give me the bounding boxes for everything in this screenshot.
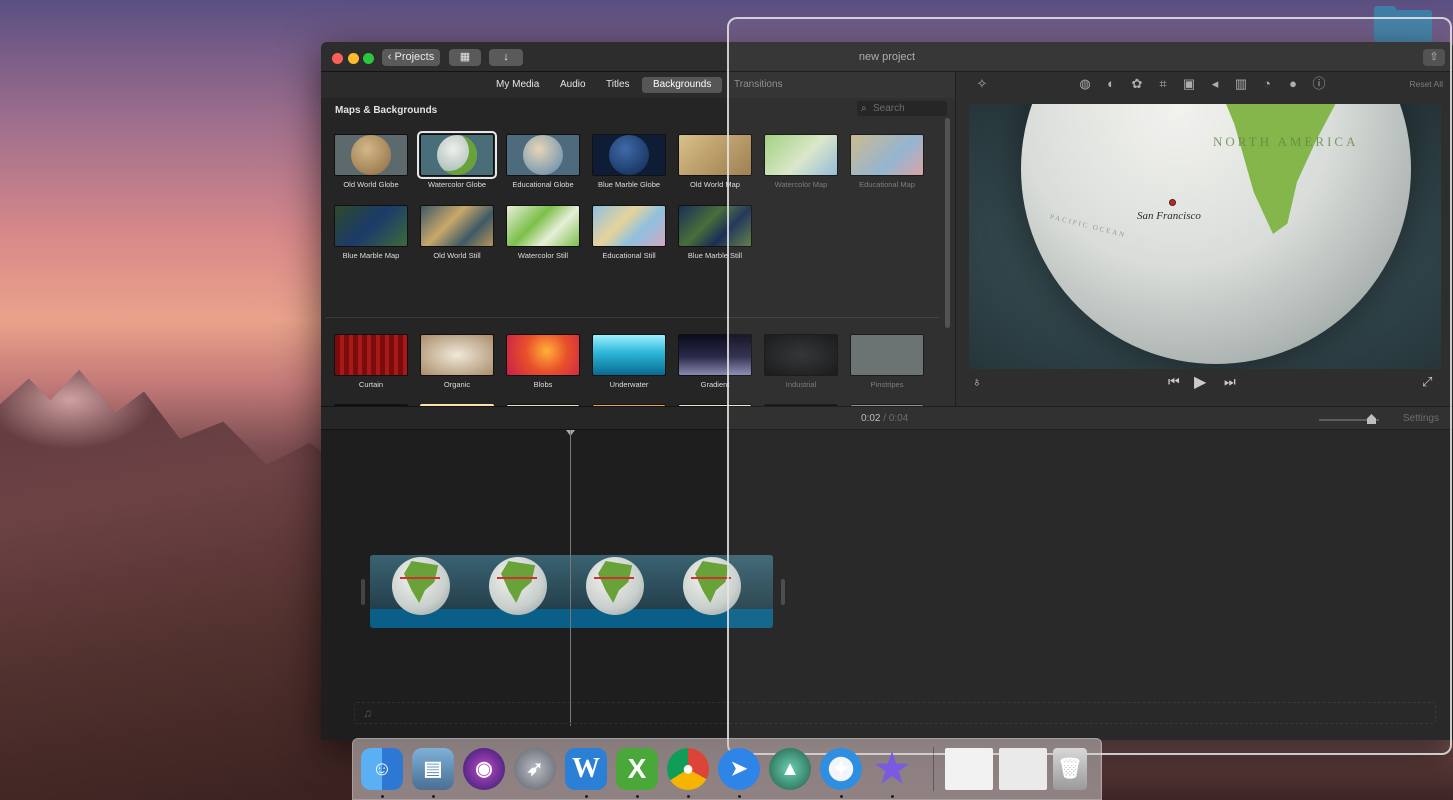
tile-blobs[interactable]: Blobs bbox=[505, 334, 581, 389]
running-indicator bbox=[585, 795, 588, 798]
timeline-clip[interactable] bbox=[370, 555, 773, 628]
tile-educational-still[interactable]: Educational Still bbox=[591, 205, 667, 260]
tile-label: Organic bbox=[443, 380, 471, 389]
running-indicator bbox=[636, 795, 639, 798]
globe-thumbnail bbox=[523, 135, 563, 175]
map-thumbnail bbox=[592, 205, 666, 247]
map-thumbnail bbox=[334, 205, 408, 247]
spark-icon[interactable]: ➤ bbox=[718, 748, 760, 790]
desktop-mountains bbox=[0, 370, 360, 800]
tile-educational-globe[interactable]: Educational Globe bbox=[505, 134, 581, 189]
background-thumbnail bbox=[420, 334, 494, 376]
running-indicator bbox=[891, 795, 894, 798]
imovie-icon[interactable]: ★ bbox=[871, 748, 913, 790]
clip-frame bbox=[467, 555, 564, 615]
tile-label: Blue Marble Globe bbox=[597, 180, 661, 189]
globe-thumbnail bbox=[437, 135, 477, 175]
tile-blue-marble-map[interactable]: Blue Marble Map bbox=[333, 205, 409, 260]
tile-old-world-globe[interactable]: Old World Globe bbox=[333, 134, 409, 189]
window-drag-outline bbox=[727, 17, 1452, 755]
trash-icon[interactable]: 🗑 bbox=[1053, 748, 1087, 790]
tile-label: Old World Globe bbox=[343, 180, 399, 189]
playhead[interactable] bbox=[570, 430, 571, 726]
recent-document-thumbnail[interactable] bbox=[945, 748, 993, 790]
map-thumbnail bbox=[420, 205, 494, 247]
tile-label: Blobs bbox=[533, 380, 553, 389]
clip-left-handle[interactable] bbox=[361, 579, 365, 605]
tile-label: Watercolor Still bbox=[517, 251, 569, 260]
globe-thumbnail bbox=[609, 135, 649, 175]
tile-label: Old World Still bbox=[433, 251, 481, 260]
running-indicator bbox=[840, 795, 843, 798]
launchpad-icon[interactable]: ➶ bbox=[514, 748, 556, 790]
tile-label: Underwater bbox=[609, 380, 649, 389]
globe-thumbnail bbox=[351, 135, 391, 175]
tile-curtain[interactable]: Curtain bbox=[333, 334, 409, 389]
running-indicator bbox=[381, 795, 384, 798]
running-indicator bbox=[687, 795, 690, 798]
tab-my-media[interactable]: My Media bbox=[485, 77, 550, 93]
clip-frames bbox=[370, 555, 773, 615]
clip-frame bbox=[370, 555, 467, 615]
dock-separator bbox=[933, 747, 934, 791]
siri-icon[interactable]: ◉ bbox=[463, 748, 505, 790]
tile-blue-marble-globe[interactable]: Blue Marble Globe bbox=[591, 134, 667, 189]
tile-underwater[interactable]: Underwater bbox=[591, 334, 667, 389]
tab-titles[interactable]: Titles bbox=[595, 77, 641, 93]
map-thumbnail bbox=[506, 205, 580, 247]
tab-audio[interactable]: Audio bbox=[549, 77, 597, 93]
background-thumbnail bbox=[592, 334, 666, 376]
music-note-icon: ♫ bbox=[363, 706, 372, 720]
excel-icon[interactable]: X bbox=[616, 748, 658, 790]
preview-icon[interactable]: ▤ bbox=[412, 748, 454, 790]
tile-organic[interactable]: Organic bbox=[419, 334, 495, 389]
clip-frame bbox=[564, 555, 661, 615]
dock: ☺ ▤ ◉ ➶ W X ● ➤ ▲ ✦ ★ 🗑 bbox=[352, 738, 1102, 800]
tile-label: Educational Still bbox=[602, 251, 656, 260]
tile-label: Curtain bbox=[358, 380, 384, 389]
running-indicator bbox=[738, 795, 741, 798]
running-indicator bbox=[432, 795, 435, 798]
safari-icon[interactable]: ✦ bbox=[820, 748, 862, 790]
word-icon[interactable]: W bbox=[565, 748, 607, 790]
finder-icon[interactable]: ☺ bbox=[361, 748, 403, 790]
tile-watercolor-globe[interactable]: Watercolor Globe bbox=[417, 131, 497, 189]
tab-backgrounds[interactable]: Backgrounds bbox=[642, 77, 723, 93]
background-thumbnail bbox=[506, 334, 580, 376]
tile-old-world-still[interactable]: Old World Still bbox=[419, 205, 495, 260]
background-thumbnail bbox=[334, 334, 408, 376]
tile-label: Watercolor Globe bbox=[427, 180, 487, 189]
recent-window-thumbnail[interactable] bbox=[999, 748, 1047, 790]
section-title: Maps & Backgrounds bbox=[335, 105, 438, 116]
tile-watercolor-still[interactable]: Watercolor Still bbox=[505, 205, 581, 260]
tile-label: Educational Globe bbox=[512, 180, 574, 189]
macos-installer-icon[interactable]: ▲ bbox=[769, 748, 811, 790]
tile-label: Blue Marble Map bbox=[342, 251, 400, 260]
chrome-icon[interactable]: ● bbox=[667, 748, 709, 790]
